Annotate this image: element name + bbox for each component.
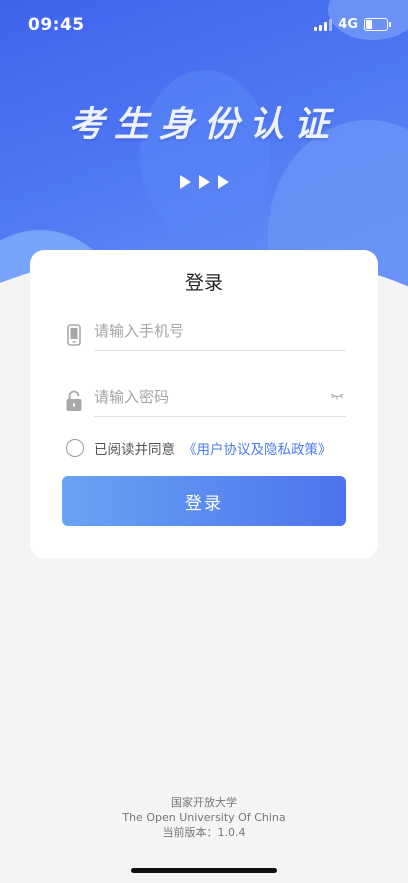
signal-icon xyxy=(314,18,333,31)
login-button[interactable]: 登录 xyxy=(62,476,346,526)
home-indicator xyxy=(131,868,277,873)
arrow-right-icon xyxy=(180,175,229,189)
battery-icon xyxy=(364,18,391,31)
agreement-link[interactable]: 《用户协议及隐私政策》 xyxy=(183,438,332,458)
lock-icon xyxy=(66,390,82,411)
agreement-text: 已阅读并同意 xyxy=(94,442,175,458)
page-title: 考生身份认证 xyxy=(68,105,339,145)
password-input[interactable] xyxy=(94,378,346,417)
network-type: 4G xyxy=(338,17,358,32)
login-card: 登录 已阅读并同意 《用户协议及隐私政策》 登录 xyxy=(30,250,378,558)
password-field xyxy=(64,378,346,428)
agreement-row: 已阅读并同意 《用户协议及隐私政策》 xyxy=(66,437,332,459)
footer-version: 当前版本：1.0.4 xyxy=(162,826,246,839)
footer: 国家开放大学 The Open University Of China 当前版本… xyxy=(0,795,408,840)
status-indicators: 4G xyxy=(314,17,391,32)
phone-field xyxy=(64,312,346,362)
status-time: 09:45 xyxy=(28,15,85,35)
phone-icon xyxy=(67,324,81,346)
login-card-title: 登录 xyxy=(184,272,223,294)
footer-org-en: The Open University Of China xyxy=(122,811,286,824)
agreement-checkbox[interactable] xyxy=(66,439,84,457)
status-bar: 09:45 4G xyxy=(0,0,408,50)
eye-closed-icon[interactable] xyxy=(330,392,344,400)
footer-org-cn: 国家开放大学 xyxy=(171,796,237,809)
phone-input[interactable] xyxy=(94,312,346,351)
